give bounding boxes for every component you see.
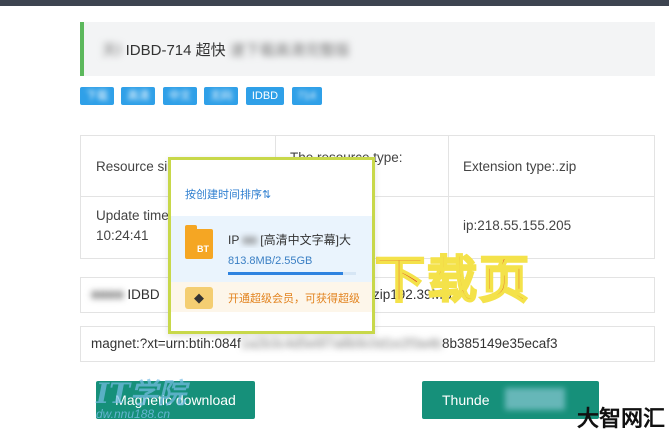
title-blurred-prefix: 天Ⅰ [102,42,122,59]
page-title: 天Ⅰ IDBD-714 超快 速下载高清完整版 [102,39,350,60]
tag[interactable]: IDBD [245,87,285,105]
download-popup: 按创建时间排序⇅ BT IP ■■ [高清中文字幕]大 813.8MB/2.55… [168,157,375,334]
tag[interactable]: 中文 [162,87,197,105]
mosaic-blur [505,388,565,410]
vip-promo-text: 开通超级会员，可获得超级 [228,293,360,305]
file-info-blurred: ■■■■ [91,287,124,302]
diamond-icon: ◆ [185,287,213,309]
top-bar [0,0,669,6]
download-file-name: IP ■■ [高清中文字幕]大 [228,233,351,247]
download-progress-fill [228,272,344,275]
brand-watermark: 大智网汇 [577,407,666,432]
file-info-text: IDBD [127,287,160,302]
magnet-blurred: 1a2b3c4d5e6f7a8b9c0d1e2f3a4b [240,336,442,351]
extension-type-label: Extension type:.zip [463,159,577,174]
bt-file-icon: BT [185,225,213,259]
tag[interactable]: 714 [291,87,322,105]
magnet-suffix: 8b385149e35ecaf3 [441,336,558,351]
tag[interactable]: 高清 [121,87,156,105]
update-time-value: 10:24:41 [96,228,149,243]
vip-promo[interactable]: ◆ 开通超级会员，可获得超级 [171,282,372,312]
magnet-prefix: magnet:?xt=urn:btih:084f [91,336,241,351]
title-main: IDBD-714 超快 [125,42,226,59]
download-file-size: 813.8MB/2.55GB [228,255,313,267]
tag[interactable]: 无码 [204,87,239,105]
title-blurred-suffix: 速下载高清完整版 [229,42,350,59]
watermark-logo: IT学院 [96,377,186,410]
download-file-item[interactable]: BT IP ■■ [高清中文字幕]大 813.8MB/2.55GB [171,216,372,282]
tag[interactable]: 下载 [80,87,114,105]
title-block: 天Ⅰ IDBD-714 超快 速下载高清完整版 [80,22,655,76]
sort-by-time-link[interactable]: 按创建时间排序⇅ [185,186,271,202]
download-page-overlay: 下载页 [374,250,531,310]
tag-list: 下载 高清 中文 无码 IDBD 714 [80,87,325,105]
download-progress-bar [228,272,356,275]
watermark-url: dw.nnu188.cn [96,407,171,421]
update-time-label: Update time [96,208,169,223]
resource-size-label: Resource si [96,159,168,174]
thunder-download-label: Thunde [442,392,490,408]
ip-address: ip:218.55.155.205 [463,218,572,233]
